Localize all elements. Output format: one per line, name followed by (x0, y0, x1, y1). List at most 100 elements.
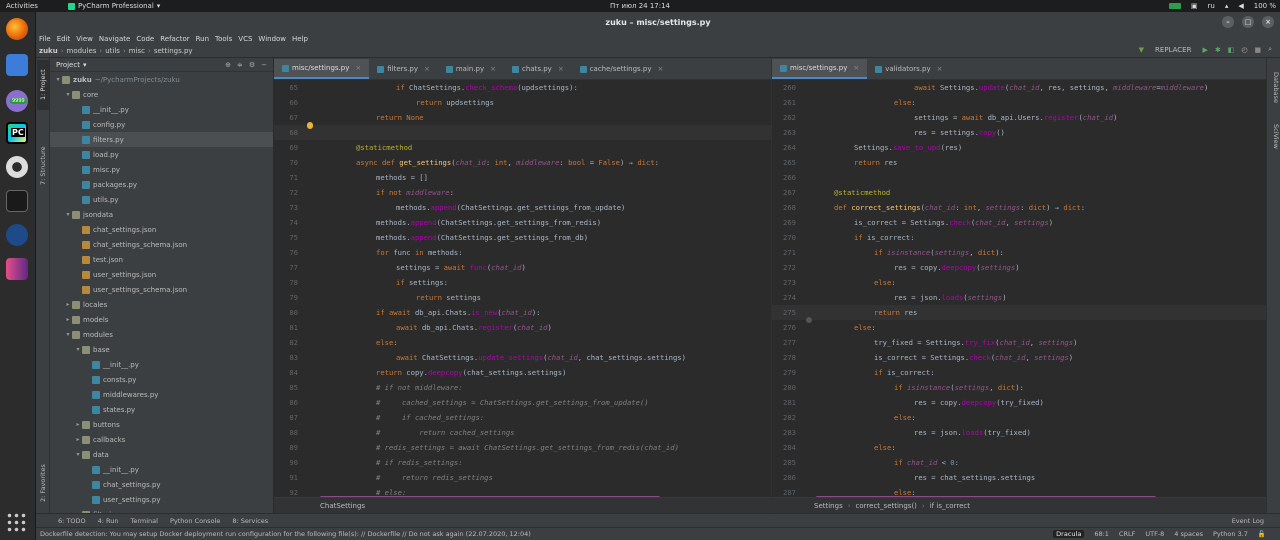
code-line[interactable]: 84 return copy. deepcopy (chat_settings.set… (274, 365, 771, 380)
tree-row[interactable]: user_settings_schema.json (50, 282, 273, 297)
code-line[interactable]: 271 if isinstance(settings, dict): (772, 245, 1266, 260)
tree-row[interactable]: filters.py (50, 132, 273, 147)
structure-tool-tab[interactable]: 7: Structure (37, 138, 49, 194)
expand-arrow-icon[interactable]: ▸ (64, 316, 72, 323)
line-number[interactable]: 89 (274, 443, 306, 452)
language-selector[interactable]: ru (1208, 2, 1215, 10)
tree-row[interactable]: chat_settings.json (50, 222, 273, 237)
show-apps-icon[interactable] (6, 512, 28, 534)
line-number[interactable]: 265 (772, 158, 804, 167)
code-line[interactable]: 76 for func in methods: (274, 245, 771, 260)
menu-view[interactable]: View (73, 35, 96, 43)
coverage-icon[interactable]: ◧ (1228, 46, 1235, 54)
event-log-button[interactable]: Event Log (1232, 517, 1264, 525)
tree-row[interactable]: states.py (50, 402, 273, 417)
expand-arrow-icon[interactable]: ▾ (64, 91, 72, 98)
editor-tab[interactable]: validators.py × (867, 59, 950, 79)
code-line[interactable]: 82 else: (274, 335, 771, 350)
code-line[interactable]: 74 methods. append (ChatSettings.get_settin… (274, 215, 771, 230)
breadcrumb-class[interactable]: Settings (814, 502, 843, 510)
tree-row[interactable]: ▸ models (50, 312, 273, 327)
expand-arrow-icon[interactable]: ▾ (64, 331, 72, 338)
code-line[interactable]: 284 else: (772, 440, 1266, 455)
firefox-icon[interactable] (6, 18, 28, 40)
indent-setting[interactable]: 4 spaces (1174, 530, 1203, 538)
line-number[interactable]: 90 (274, 458, 306, 467)
hide-icon[interactable]: − (261, 61, 267, 69)
code-line[interactable]: 67 return None (274, 110, 771, 129)
line-number[interactable]: 88 (274, 428, 306, 437)
tree-row[interactable]: config.py (50, 117, 273, 132)
tree-row[interactable]: chat_settings.py (50, 477, 273, 492)
line-number[interactable]: 267 (772, 188, 804, 197)
vpn-icon[interactable] (6, 224, 28, 246)
line-number[interactable]: 274 (772, 293, 804, 302)
line-number[interactable]: 278 (772, 353, 804, 362)
battery-percent[interactable]: 100 % (1254, 2, 1276, 10)
code-line[interactable]: 69 @staticmethod (274, 140, 771, 155)
code-line[interactable]: 91 # return redis_settings (274, 470, 771, 485)
line-number[interactable]: 286 (772, 473, 804, 482)
intention-bulb-icon[interactable] (307, 121, 313, 129)
menu-edit[interactable]: Edit (54, 35, 74, 43)
tree-row[interactable]: test.json (50, 252, 273, 267)
menu-vcs[interactable]: VCS (235, 35, 255, 43)
editor-tab[interactable]: cache/settings.py × (572, 59, 672, 79)
services-tool-button[interactable]: 8: Services (232, 517, 268, 525)
code-line[interactable]: 78 if settings: (274, 275, 771, 290)
sciview-tool-tab[interactable]: SciView (1268, 116, 1280, 156)
tree-row[interactable]: misc.py (50, 162, 273, 177)
expand-arrow-icon[interactable]: ▾ (54, 76, 62, 83)
menu-window[interactable]: Window (255, 35, 289, 43)
status-message[interactable]: Dockerfile detection: You may setup Dock… (40, 530, 531, 538)
code-line[interactable]: 286 res = chat_settings.settings (772, 470, 1266, 485)
profile-icon[interactable]: ◴ (1241, 46, 1247, 54)
code-line[interactable]: 272 res = copy. deepcopy(settings) (772, 260, 1266, 275)
chevron-down-icon[interactable]: ▾ (83, 61, 87, 69)
breadcrumb-modules[interactable]: modules (64, 47, 100, 55)
code-line[interactable]: 282 else: (772, 410, 1266, 425)
code-line[interactable]: 275 return res (772, 305, 1266, 323)
python-interpreter[interactable]: Python 3.7 (1213, 530, 1248, 538)
tree-row[interactable]: __init__.py (50, 462, 273, 477)
code-line[interactable]: 72 if not middleware: (274, 185, 771, 200)
lock-icon[interactable]: 🔓 (1258, 530, 1266, 538)
tree-row[interactable]: __init__.py (50, 102, 273, 117)
code-line[interactable]: 83 await ChatSettings. update_settings(cha… (274, 350, 771, 365)
close-button[interactable]: × (1262, 16, 1274, 28)
breadcrumb-project[interactable]: zuku (36, 47, 61, 55)
code-line[interactable]: 80 if await db_api.Chats. is_new(chat_id): (274, 305, 771, 320)
line-number[interactable]: 69 (274, 143, 306, 152)
line-number[interactable]: 282 (772, 413, 804, 422)
line-number[interactable]: 78 (274, 278, 306, 287)
code-line[interactable]: 88 # return cached_settings (274, 425, 771, 440)
tree-row[interactable]: packages.py (50, 177, 273, 192)
debug-icon[interactable]: ✱ (1215, 46, 1221, 54)
favorites-tool-tab[interactable]: 2: Favorites (37, 458, 49, 508)
code-line[interactable]: 265 return res (772, 155, 1266, 170)
project-panel-title[interactable]: Project (56, 61, 80, 69)
line-number[interactable]: 276 (772, 323, 804, 332)
code-line[interactable]: 86 # cached_settings = ChatSettings.get_s… (274, 395, 771, 410)
run-icon[interactable]: ▶ (1202, 46, 1207, 54)
todo-tool-button[interactable]: 6: TODO (58, 517, 86, 525)
database-tool-tab[interactable]: Database (1268, 66, 1280, 110)
code-line[interactable]: 87 # if cached_settings: (274, 410, 771, 425)
breadcrumb-block[interactable]: if is_correct (930, 502, 970, 510)
expand-arrow-icon[interactable]: ▸ (74, 436, 82, 443)
line-number[interactable]: 281 (772, 398, 804, 407)
line-number[interactable]: 275 (772, 308, 804, 317)
gear-icon[interactable]: ⚙ (249, 61, 255, 69)
line-number[interactable]: 279 (772, 368, 804, 377)
line-number[interactable]: 92 (274, 488, 306, 497)
line-number[interactable]: 75 (274, 233, 306, 242)
code-line[interactable]: 264 Settings. save_to_upd (res) (772, 140, 1266, 155)
code-line[interactable]: 81 await db_api.Chats. register(chat_id) (274, 320, 771, 335)
volume-icon[interactable]: ◀ (1238, 2, 1243, 10)
tree-row[interactable]: __init__.py (50, 357, 273, 372)
run-tool-button[interactable]: 4: Run (98, 517, 119, 525)
line-number[interactable]: 284 (772, 443, 804, 452)
expand-arrow-icon[interactable]: ▾ (74, 451, 82, 458)
code-area-right[interactable]: 260 await Settings. update(chat_id, res, s… (772, 80, 1266, 500)
code-line[interactable]: 263 res = settings. copy() (772, 125, 1266, 140)
